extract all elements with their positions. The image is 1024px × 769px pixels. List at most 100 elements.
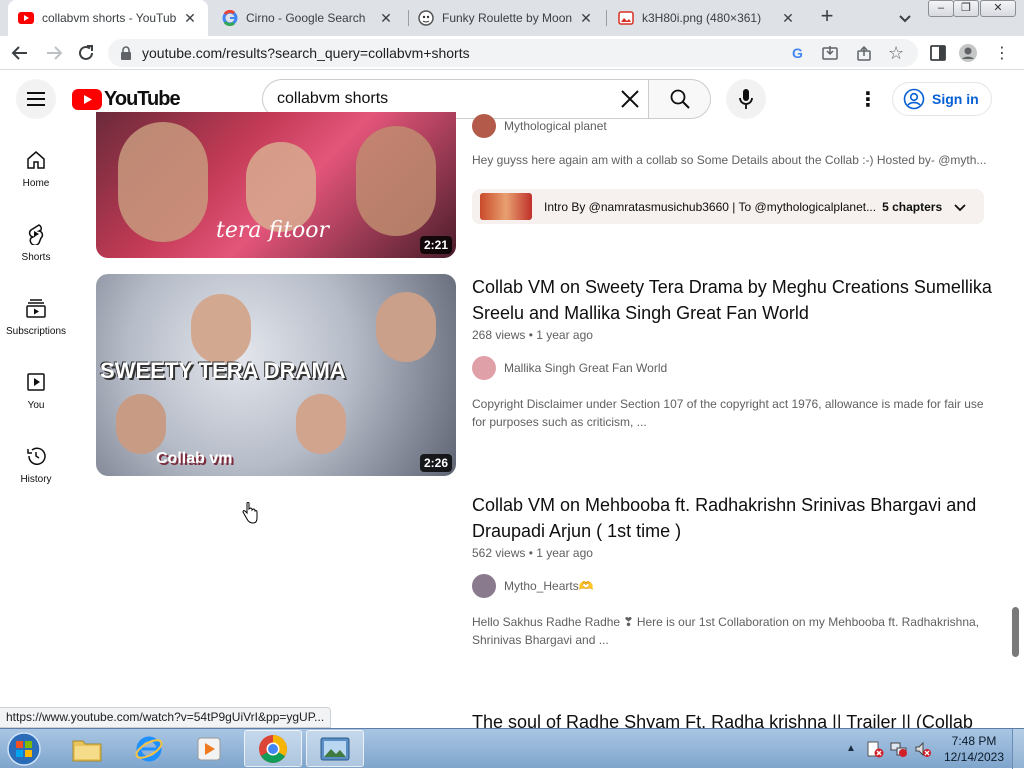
- chrome-menu-icon[interactable]: ⋮: [992, 43, 1012, 63]
- video-title[interactable]: Collab VM on Mehbooba ft. Radhakrishn Sr…: [472, 492, 992, 544]
- sidebar-item-you[interactable]: You: [0, 371, 72, 445]
- back-button[interactable]: [8, 41, 32, 65]
- youtube-logo-icon: [72, 88, 102, 110]
- video-thumbnail[interactable]: tera fitoor 2:21: [96, 112, 456, 258]
- address-bar[interactable]: youtube.com/results?search_query=collabv…: [108, 39, 918, 67]
- tab-google[interactable]: Cirno - Google Search ✕: [212, 0, 404, 36]
- show-hidden-icons-icon[interactable]: ▲: [846, 743, 856, 754]
- chapter-thumbnail: [480, 193, 532, 220]
- video-title[interactable]: The soul of Radhe Shyam Ft. Radha krishn…: [472, 709, 992, 728]
- channel-avatar: [472, 114, 496, 138]
- sidebar-item-history[interactable]: History: [0, 445, 72, 519]
- duration-badge: 2:26: [419, 454, 452, 472]
- sidebar-label: Home: [22, 178, 50, 189]
- taskbar-photo-viewer[interactable]: [306, 730, 364, 767]
- clear-search-icon[interactable]: [619, 88, 641, 115]
- channel-row[interactable]: Mallika Singh Great Fan World: [472, 356, 667, 380]
- voice-search-button[interactable]: [726, 79, 766, 119]
- show-desktop-button[interactable]: [1012, 729, 1024, 769]
- clock-time: 7:48 PM: [951, 734, 997, 748]
- sidebar-label: Shorts: [21, 252, 51, 263]
- shorts-icon: [28, 224, 44, 245]
- thumbnail-figure: [116, 394, 166, 454]
- close-window-button[interactable]: ✕: [980, 0, 1016, 17]
- google-lens-icon[interactable]: G: [792, 45, 803, 61]
- thumbnail-caption: SWEETY TERA DRAMA: [100, 358, 346, 383]
- tab-youtube[interactable]: collabvm shorts - YouTube ✕: [8, 0, 208, 36]
- thumbnail-figure: [376, 292, 436, 362]
- status-url-bubble: https://www.youtube.com/watch?v=54tP9gUi…: [0, 707, 332, 728]
- taskbar-media-player[interactable]: [180, 730, 238, 767]
- volume-icon[interactable]: [914, 740, 932, 763]
- action-center-icon[interactable]: [866, 740, 884, 763]
- search-input[interactable]: [277, 89, 597, 109]
- video-title[interactable]: Collab VM on Sweety Tera Drama by Meghu …: [472, 274, 992, 326]
- start-button[interactable]: [4, 730, 44, 767]
- profile-avatar-icon[interactable]: [958, 43, 978, 63]
- mini-guide-sidebar: Home Shorts Subscriptions You History: [0, 127, 72, 527]
- search-icon: [670, 89, 690, 109]
- taskbar-internet-explorer[interactable]: [120, 730, 178, 767]
- channel-row[interactable]: Mythological planet: [472, 114, 607, 138]
- video-meta: 268 views • 1 year ago: [472, 328, 593, 342]
- youtube-favicon-icon: [18, 10, 34, 26]
- google-favicon-icon: [222, 10, 238, 26]
- close-tab-icon[interactable]: ✕: [578, 10, 594, 26]
- browser-toolbar: youtube.com/results?search_query=collabv…: [0, 36, 1024, 70]
- maximize-button[interactable]: ❐: [953, 0, 979, 17]
- media-player-icon: [197, 737, 221, 760]
- history-icon: [27, 447, 46, 465]
- new-tab-button[interactable]: +: [816, 5, 838, 27]
- lock-icon[interactable]: [120, 46, 132, 65]
- search-button[interactable]: [648, 79, 711, 119]
- taskbar-explorer[interactable]: [58, 730, 116, 767]
- sidebar-item-shorts[interactable]: Shorts: [0, 223, 72, 297]
- share-icon[interactable]: [856, 45, 872, 66]
- guide-menu-button[interactable]: [16, 79, 56, 119]
- tab-divider: [606, 10, 607, 26]
- sidebar-item-home[interactable]: Home: [0, 149, 72, 223]
- chapter-text: Intro By @namratasmusichub3660 | To @myt…: [544, 199, 877, 214]
- internet-explorer-icon: [135, 736, 163, 761]
- thumbnail-figure: [118, 122, 208, 242]
- close-tab-icon[interactable]: ✕: [378, 10, 394, 26]
- channel-name: Mytho_Hearts🫶: [504, 579, 594, 593]
- tab-image[interactable]: k3H80i.png (480×361) ✕: [608, 0, 806, 36]
- forward-button[interactable]: [42, 41, 66, 65]
- video-thumbnail[interactable]: SWEETY TERA DRAMA Collab vm 2:26: [96, 274, 456, 476]
- chrome-icon: [259, 734, 287, 763]
- windows-logo-icon: [7, 731, 41, 766]
- thumbnail-figure: [356, 126, 436, 236]
- side-panel-icon[interactable]: [928, 43, 948, 63]
- close-tab-icon[interactable]: ✕: [182, 10, 198, 26]
- photo-viewer-icon: [320, 737, 350, 760]
- minimize-button[interactable]: ‒: [928, 0, 954, 17]
- sidebar-item-subscriptions[interactable]: Subscriptions: [0, 297, 72, 371]
- channel-row[interactable]: Mytho_Hearts🫶: [472, 574, 594, 598]
- close-tab-icon[interactable]: ✕: [780, 10, 796, 26]
- network-icon[interactable]: [890, 740, 908, 763]
- chapters-bar[interactable]: Intro By @namratasmusichub3660 | To @myt…: [472, 189, 984, 224]
- bookmark-star-icon[interactable]: ☆: [888, 43, 904, 64]
- tab-search-icon[interactable]: [896, 9, 914, 27]
- sidebar-label: You: [27, 400, 45, 411]
- windows-taskbar: ▲ 7:48 PM 12/14/2023: [0, 728, 1024, 769]
- page-scrollbar-thumb[interactable]: [1012, 607, 1019, 657]
- channel-name: Mythological planet: [504, 119, 607, 133]
- video-meta: 562 views • 1 year ago: [472, 546, 593, 560]
- account-icon: [903, 88, 925, 110]
- taskbar-chrome[interactable]: [244, 730, 302, 767]
- install-app-icon[interactable]: [822, 45, 838, 66]
- chapter-count: 5 chapters: [882, 199, 943, 214]
- tab-scratch[interactable]: Funky Roulette by MoonG ✕: [408, 0, 604, 36]
- sidebar-label: History: [20, 474, 52, 485]
- hand-cursor-icon: [241, 501, 259, 529]
- youtube-logo-text: YouTube: [104, 87, 181, 110]
- youtube-logo[interactable]: YouTube: [72, 87, 181, 110]
- settings-more-icon[interactable]: ⋮: [858, 87, 878, 112]
- sign-in-label: Sign in: [932, 91, 979, 107]
- thumbnail-caption: tera fitoor: [216, 218, 330, 243]
- reload-button[interactable]: [74, 41, 98, 65]
- clock[interactable]: 7:48 PM 12/14/2023: [940, 733, 1008, 765]
- sign-in-button[interactable]: Sign in: [892, 82, 992, 116]
